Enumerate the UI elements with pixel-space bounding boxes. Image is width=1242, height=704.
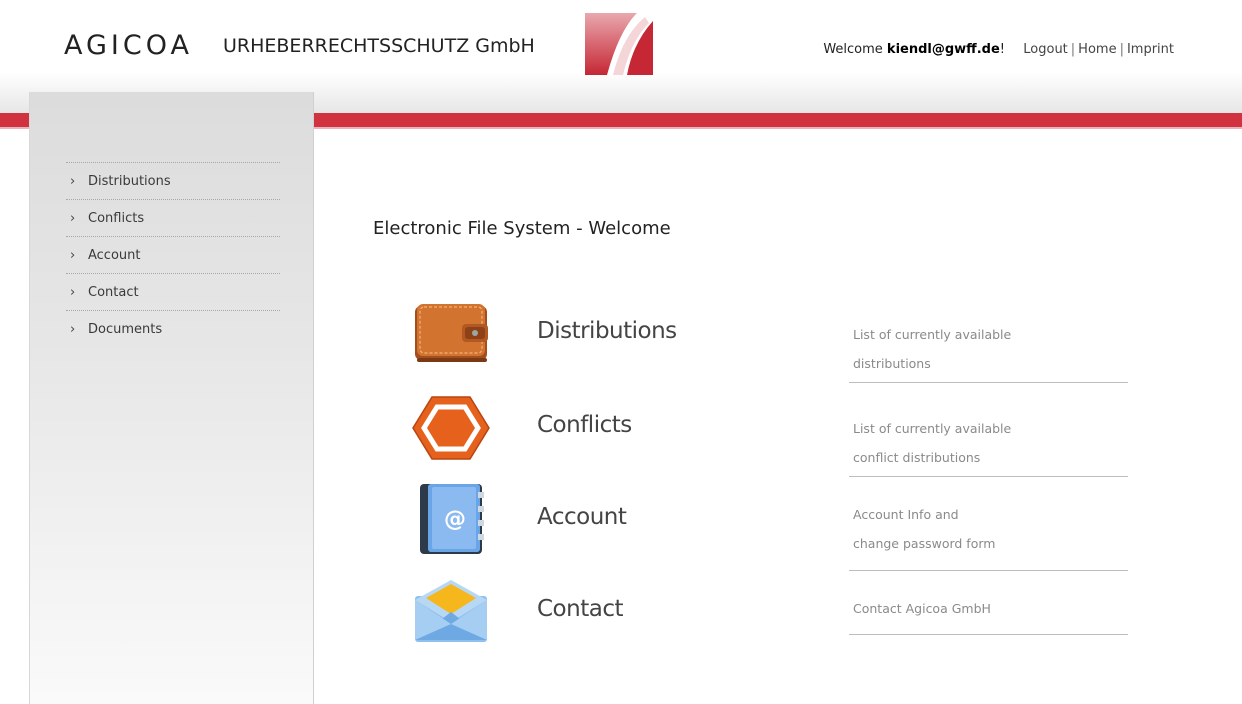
sidebar-item-account[interactable]: › Account	[66, 236, 280, 273]
sidebar-item-documents[interactable]: › Documents	[66, 310, 280, 347]
sidebar-item-label: Distributions	[88, 173, 171, 189]
brand-name: AGICOA	[64, 30, 193, 61]
divider	[849, 476, 1128, 477]
sidebar-item-contact[interactable]: › Contact	[66, 273, 280, 310]
user-email: kiendl@gwff.de	[886, 42, 1000, 57]
feature-title[interactable]: Contact	[537, 596, 623, 622]
sidebar-item-distributions[interactable]: › Distributions	[66, 162, 280, 199]
feature-title[interactable]: Distributions	[537, 318, 677, 344]
agicoa-logo-icon	[585, 13, 653, 75]
description-line: change password form	[853, 536, 996, 551]
user-bar: Welcome kiendl@gwff.de! Logout | Home | Impr…	[823, 42, 1174, 57]
chevron-right-icon: ›	[70, 173, 76, 189]
sidebar-item-label: Contact	[88, 284, 139, 300]
imprint-link[interactable]: Imprint	[1127, 42, 1174, 57]
chevron-right-icon: ›	[70, 247, 76, 263]
divider	[849, 382, 1128, 383]
feature-account: @ Account Account Info and change passwo…	[412, 482, 1128, 576]
link-separator: |	[1119, 42, 1124, 57]
chevron-right-icon: ›	[70, 321, 76, 337]
hexagon-icon[interactable]	[412, 396, 490, 460]
sidebar-item-label: Conflicts	[88, 210, 145, 226]
feature-contact: Contact Contact Agicoa GmbH	[412, 578, 1128, 672]
divider	[849, 634, 1128, 635]
link-separator: |	[1070, 42, 1076, 57]
sidebar-item-conflicts[interactable]: › Conflicts	[66, 199, 280, 236]
description-line: Account Info and	[853, 507, 959, 522]
svg-text:@: @	[444, 507, 466, 532]
page-title: Electronic File System - Welcome	[373, 218, 671, 239]
feature-description: Account Info and change password form	[853, 500, 1128, 558]
feature-description: List of currently available distribution…	[853, 320, 1128, 378]
welcome-suffix: !	[999, 42, 1005, 57]
address-book-icon[interactable]: @	[412, 482, 490, 556]
divider	[849, 570, 1128, 571]
sidebar: › Distributions › Conflicts › Account › …	[29, 92, 314, 704]
feature-distributions: Distributions List of currently availabl…	[412, 302, 1128, 396]
description-line: List of currently available	[853, 421, 1012, 436]
description-line: Contact Agicoa GmbH	[853, 601, 991, 616]
sidebar-item-label: Account	[88, 247, 141, 263]
description-line: conflict distributions	[853, 450, 981, 465]
feature-conflicts: Conflicts List of currently available co…	[412, 396, 1128, 490]
feature-title[interactable]: Account	[537, 504, 627, 530]
brand-subtitle: URHEBERRECHTSSCHUTZ GmbH	[223, 35, 535, 57]
sidebar-item-label: Documents	[88, 321, 163, 337]
wallet-icon[interactable]	[412, 302, 490, 366]
description-line: distributions	[853, 356, 931, 371]
chevron-right-icon: ›	[70, 284, 76, 300]
envelope-icon[interactable]	[412, 578, 490, 642]
sidebar-nav: › Distributions › Conflicts › Account › …	[66, 162, 280, 347]
logout-link[interactable]: Logout	[1023, 42, 1068, 57]
welcome-text: Welcome	[823, 42, 887, 57]
feature-title[interactable]: Conflicts	[537, 412, 632, 438]
feature-description: Contact Agicoa GmbH	[853, 594, 1128, 623]
chevron-right-icon: ›	[70, 210, 76, 226]
description-line: List of currently available	[853, 327, 1012, 342]
feature-description: List of currently available conflict dis…	[853, 414, 1128, 472]
home-link[interactable]: Home	[1078, 42, 1116, 57]
